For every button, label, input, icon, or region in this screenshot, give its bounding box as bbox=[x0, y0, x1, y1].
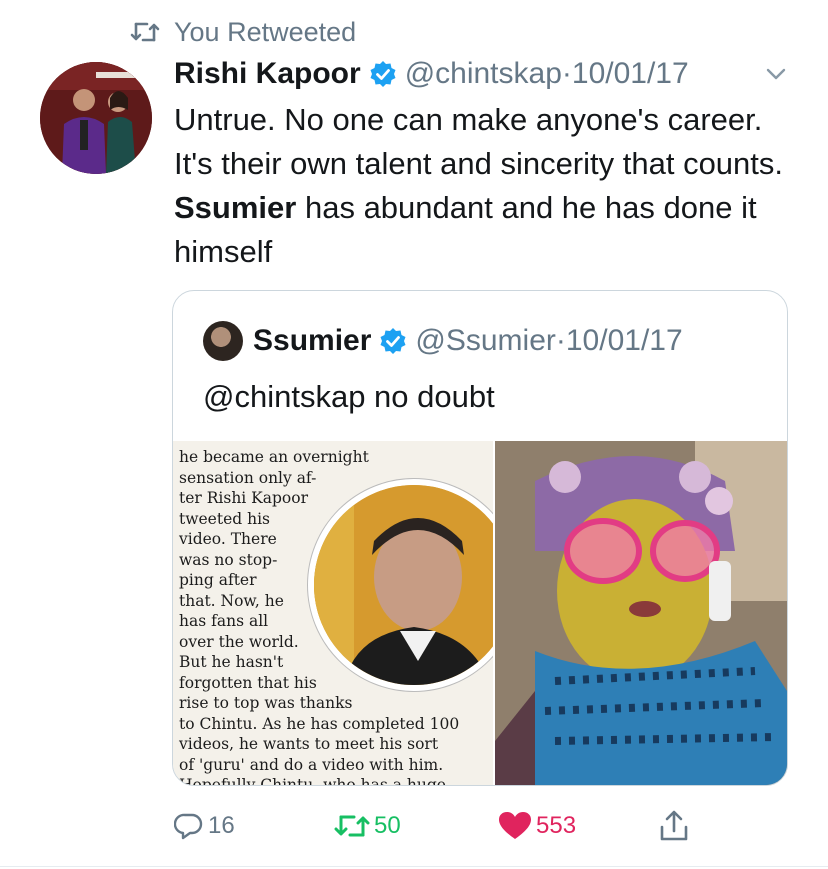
retweet-count: 50 bbox=[374, 812, 401, 839]
author-name[interactable]: Rishi Kapoor bbox=[174, 57, 361, 91]
quoted-tweet-text: @chintskap no doubt bbox=[203, 379, 495, 414]
quoted-author-handle: @Ssumier bbox=[415, 324, 556, 357]
tweet-date[interactable]: 10/01/17 bbox=[572, 57, 689, 91]
heart-icon bbox=[499, 812, 531, 839]
reply-count: 16 bbox=[208, 812, 235, 839]
retweet-icon bbox=[334, 815, 370, 837]
tweet-actions-bar: 16 50 553 bbox=[174, 806, 794, 846]
verified-badge-icon bbox=[370, 61, 396, 87]
author-avatar[interactable] bbox=[40, 62, 152, 174]
retweet-label: You Retweeted bbox=[174, 16, 357, 47]
retweet-button[interactable]: 50 bbox=[334, 806, 401, 846]
costume-photo-image bbox=[495, 441, 787, 785]
newspaper-line: he became an overnight bbox=[179, 448, 369, 466]
share-button[interactable] bbox=[658, 806, 694, 846]
quoted-author-avatar[interactable] bbox=[203, 321, 243, 361]
like-button[interactable]: 553 bbox=[498, 806, 576, 846]
tweet-divider bbox=[0, 866, 828, 867]
chevron-down-icon[interactable] bbox=[764, 62, 788, 86]
quoted-author-name: Ssumier bbox=[253, 324, 372, 357]
newspaper-line: Hopefully Chintu, who has a huge bbox=[179, 776, 446, 785]
reply-icon bbox=[174, 813, 203, 840]
newspaper-line: of 'guru' and do a video with him. bbox=[179, 755, 444, 774]
quoted-tweet-date: 10/01/17 bbox=[565, 324, 683, 357]
newspaper-line: videos, he wants to meet his sort bbox=[179, 735, 439, 753]
quoted-tweet-header: Ssumier @Ssumier · 10/01/17 bbox=[253, 319, 683, 363]
tweet-header: Rishi Kapoor @chintskap · 10/01/17 bbox=[174, 52, 689, 96]
quoted-tweet-card[interactable]: Ssumier @Ssumier · 10/01/17 @chintskap n… bbox=[172, 290, 788, 786]
like-count: 553 bbox=[536, 812, 577, 839]
verified-badge-icon bbox=[380, 328, 406, 354]
share-icon bbox=[660, 810, 688, 841]
author-handle[interactable]: @chintskap bbox=[405, 57, 562, 91]
reply-button[interactable]: 16 bbox=[174, 806, 235, 846]
tweet-text-bold-mention: Ssumier bbox=[174, 190, 297, 225]
retweet-context: You Retweeted bbox=[130, 14, 356, 50]
tweet-text: Untrue. No one can make anyone's career.… bbox=[174, 98, 794, 274]
retweet-icon bbox=[130, 22, 160, 42]
newspaper-line: to Chintu. As he has completed 100 bbox=[179, 714, 460, 733]
separator-dot: · bbox=[561, 57, 572, 90]
quoted-tweet-media[interactable]: he became an overnight sensation only af-… bbox=[173, 441, 787, 785]
separator-dot: · bbox=[555, 324, 566, 357]
newspaper-line: rise to top was thanks bbox=[179, 694, 353, 712]
newspaper-clipping-image: he became an overnight sensation only af-… bbox=[173, 441, 493, 785]
tweet-text-part: Untrue. No one can make anyone's career.… bbox=[174, 102, 784, 181]
